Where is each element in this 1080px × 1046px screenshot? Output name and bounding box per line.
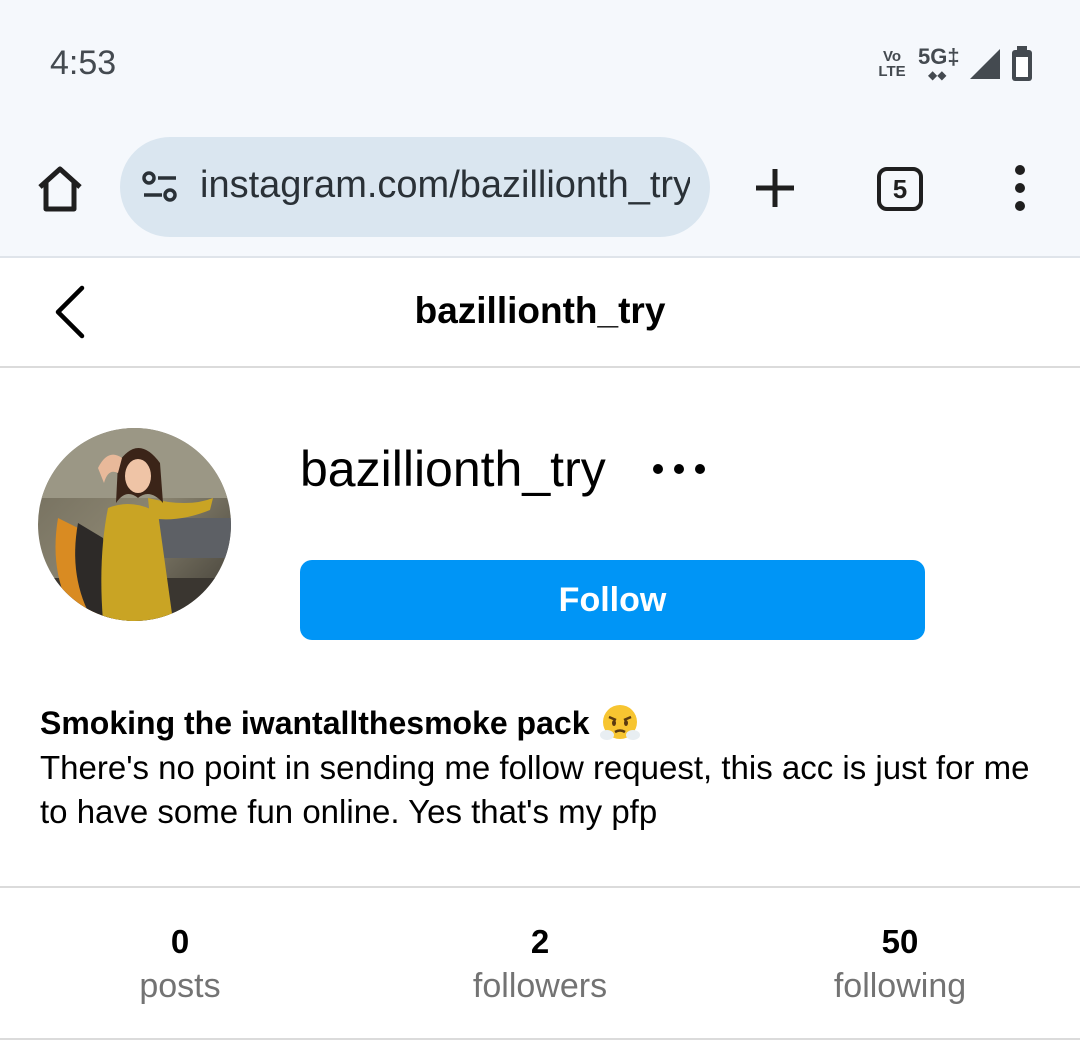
5g-icon: 5G‡ ◆◆: [918, 44, 960, 82]
profile-stats: 0 posts 2 followers 50 following: [0, 920, 1080, 1030]
plus-icon[interactable]: [750, 163, 800, 213]
face-with-steam-icon: [600, 705, 641, 740]
more-options-icon[interactable]: [650, 452, 710, 486]
bio-name-line: Smoking the iwantallthesmoke pack: [40, 700, 1050, 746]
divider: [0, 886, 1080, 888]
url-text[interactable]: instagram.com/bazillionth_try: [200, 164, 690, 207]
bio-text: There's no point in sending me follow re…: [40, 749, 1030, 830]
stat-label: following: [833, 967, 967, 1005]
bio: Smoking the iwantallthesmoke pack There'…: [40, 700, 1050, 834]
profile-username: bazillionth_try: [300, 441, 606, 497]
avatar[interactable]: [38, 428, 231, 621]
volte-icon: Vo LTE: [878, 48, 906, 80]
stat-label: followers: [472, 967, 608, 1005]
stat-value: 50: [881, 923, 919, 960]
browser-toolbar: instagram.com/bazillionth_try 5: [0, 125, 1080, 258]
stat-value: 2: [530, 923, 550, 960]
status-icons: Vo LTE 5G‡ ◆◆: [874, 44, 1034, 84]
divider: [0, 1038, 1080, 1040]
stat-posts[interactable]: 0 posts: [30, 920, 330, 1008]
stat-value: 0: [170, 923, 190, 960]
stat-followers[interactable]: 2 followers: [390, 920, 690, 1008]
site-settings-icon[interactable]: [140, 167, 180, 207]
stat-label: posts: [139, 967, 221, 1005]
status-time: 4:53: [50, 44, 117, 82]
tabs-icon[interactable]: 5: [877, 167, 923, 211]
page-title: bazillionth_try: [414, 290, 666, 331]
status-bar: 4:53 Vo LTE 5G‡ ◆◆: [0, 0, 1080, 125]
follow-button[interactable]: Follow: [300, 560, 925, 640]
more-vert-icon[interactable]: [1000, 163, 1040, 213]
bio-name: Smoking the iwantallthesmoke pack: [40, 705, 590, 741]
signal-icon: [970, 49, 1000, 79]
address-bar[interactable]: instagram.com/bazillionth_try: [120, 137, 710, 237]
battery-icon: [1012, 46, 1032, 81]
stat-following[interactable]: 50 following: [750, 920, 1050, 1008]
ig-header: bazillionth_try: [0, 260, 1080, 368]
home-icon[interactable]: [34, 163, 86, 215]
